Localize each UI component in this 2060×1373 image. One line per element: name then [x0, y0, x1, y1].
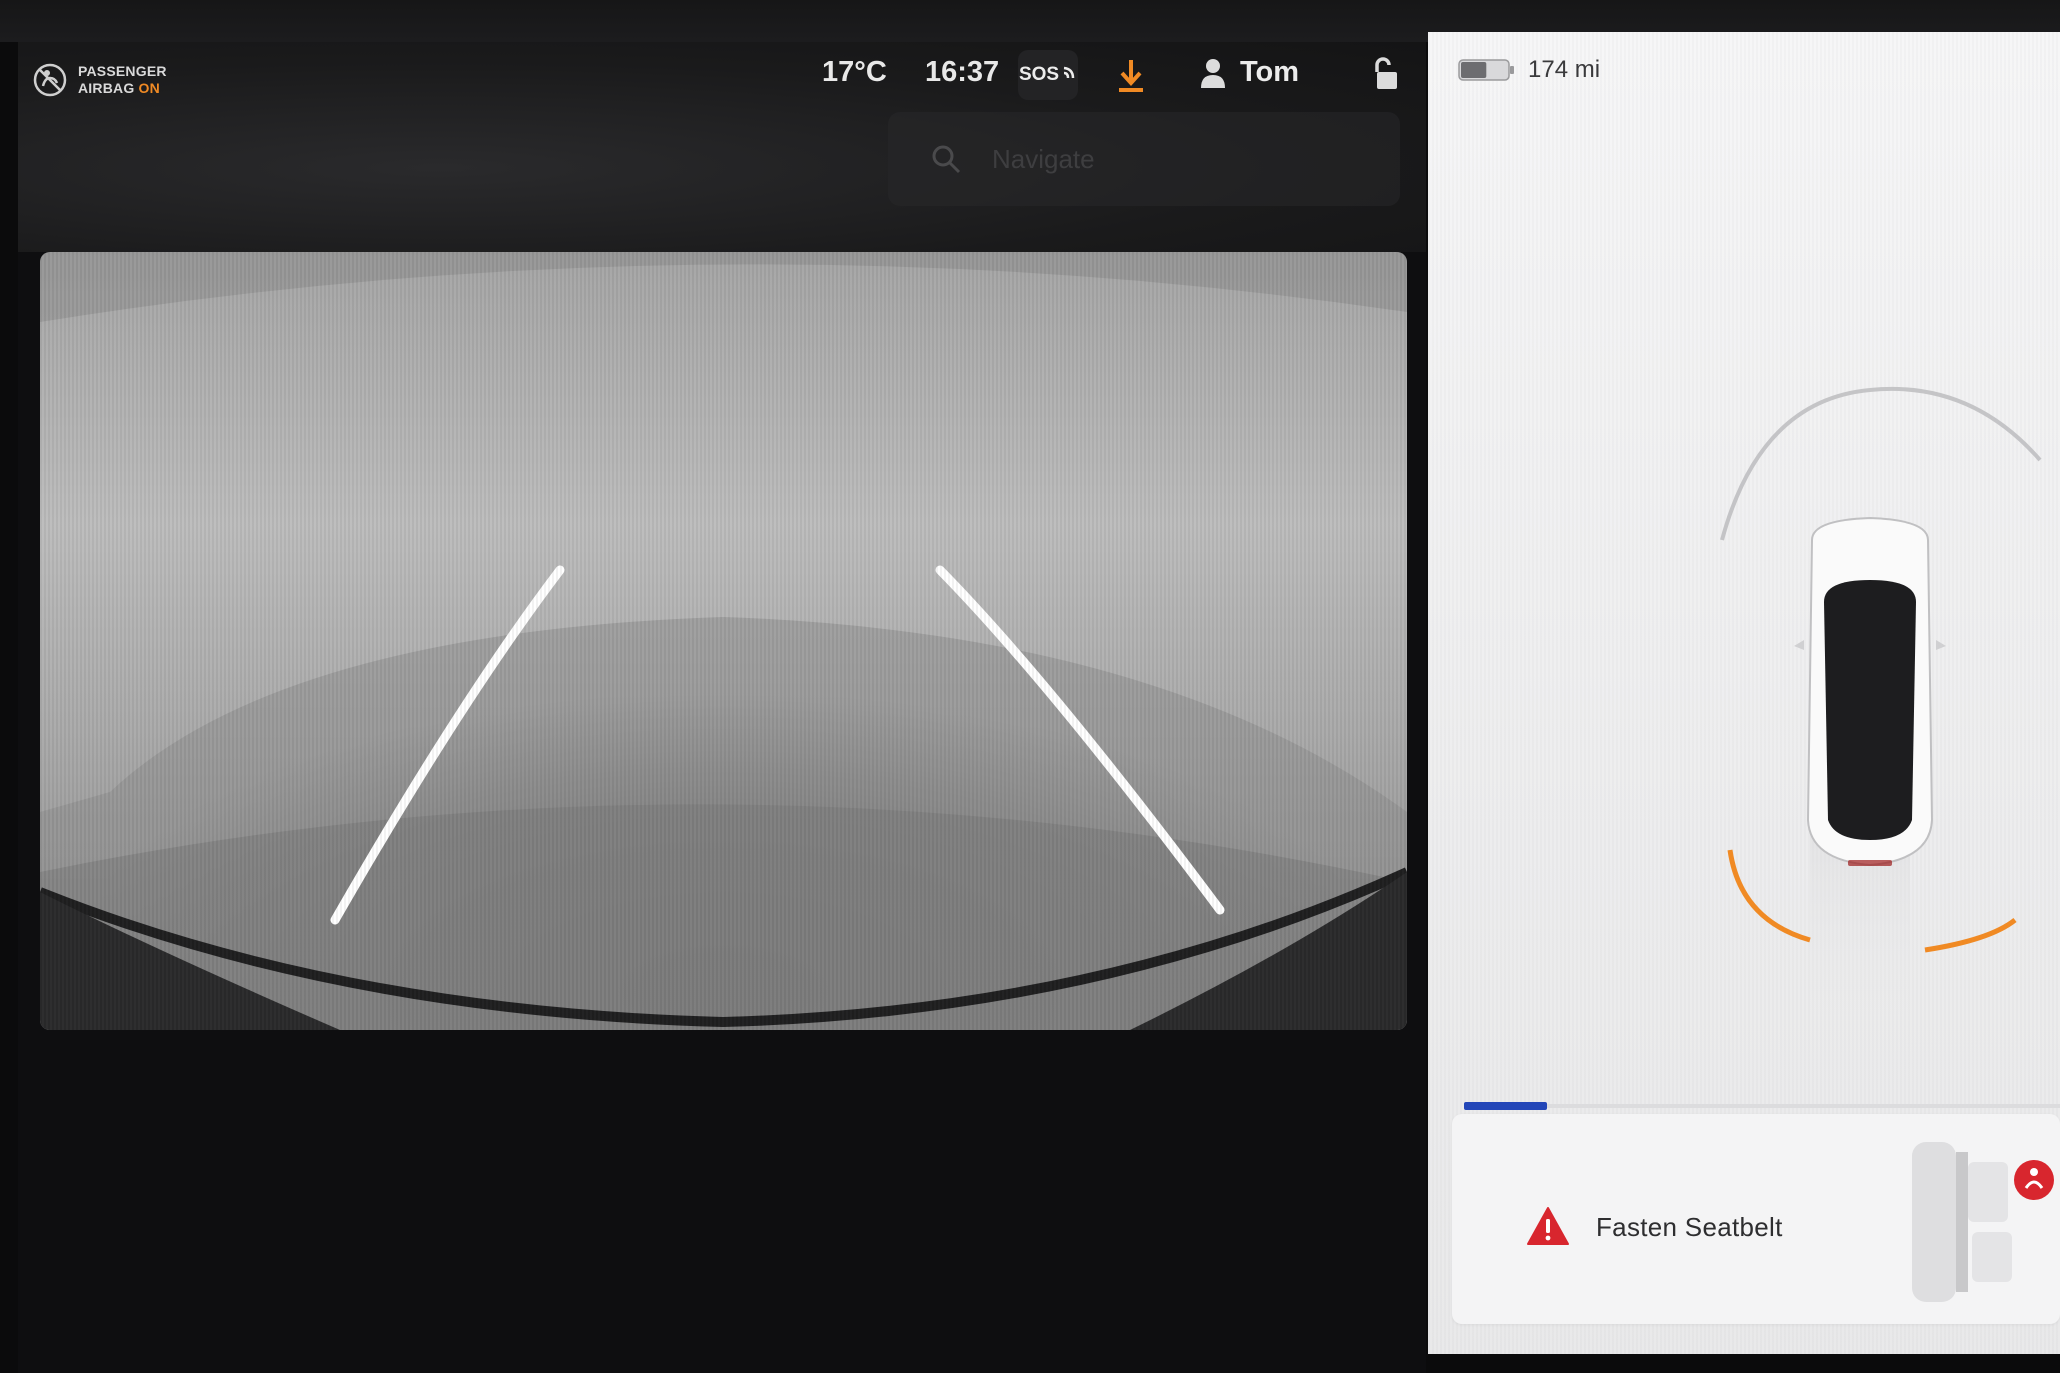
profile-icon	[1201, 58, 1225, 88]
navigate-search[interactable]	[888, 112, 1400, 206]
airbag-state: ON	[138, 80, 160, 96]
parking-path-arc	[1720, 386, 2042, 541]
battery-icon	[1458, 59, 1514, 81]
airbag-label: PASSENGER AIRBAG ON	[78, 63, 167, 97]
clock: 16:37	[925, 56, 1000, 88]
alert-message: Fasten Seatbelt	[1596, 1212, 1783, 1242]
sensor-arc-left	[1727, 849, 1811, 943]
airbag-label-line1: PASSENGER	[78, 63, 167, 79]
profile-name: Tom	[1240, 56, 1300, 88]
rear-camera-feed	[40, 252, 1407, 1030]
alert-progress-bar	[1464, 1102, 2060, 1110]
alert-progress-fill	[1464, 1102, 1548, 1110]
search-icon	[932, 145, 961, 174]
airbag-off-icon	[33, 63, 67, 97]
sos-label: SOS	[1018, 64, 1060, 85]
car-topdown-view[interactable]	[1700, 380, 2060, 1080]
unlock-icon[interactable]	[1370, 56, 1400, 92]
passenger-airbag-status: PASSENGER AIRBAG ON	[32, 62, 167, 98]
download-icon[interactable]	[1114, 56, 1148, 96]
car-icon	[1794, 516, 1946, 867]
sos-button[interactable]: SOS	[1018, 50, 1078, 100]
outside-temperature: 17°C	[822, 56, 887, 88]
sensor-arc-right	[1924, 918, 2017, 953]
camera-overlay	[40, 252, 1407, 1030]
driver-profile-button[interactable]: Tom	[1200, 56, 1299, 89]
search-input[interactable]	[990, 142, 1354, 176]
warning-icon	[1527, 1207, 1569, 1245]
airbag-label-line2: AIRBAG	[78, 80, 135, 96]
seatbelt-alert-card[interactable]: Fasten Seatbelt	[1452, 1114, 2060, 1324]
range-estimate: 174 mi	[1528, 56, 1601, 83]
seat-occupancy-graphic	[1912, 1142, 2054, 1302]
sos-call-icon	[1063, 66, 1075, 79]
